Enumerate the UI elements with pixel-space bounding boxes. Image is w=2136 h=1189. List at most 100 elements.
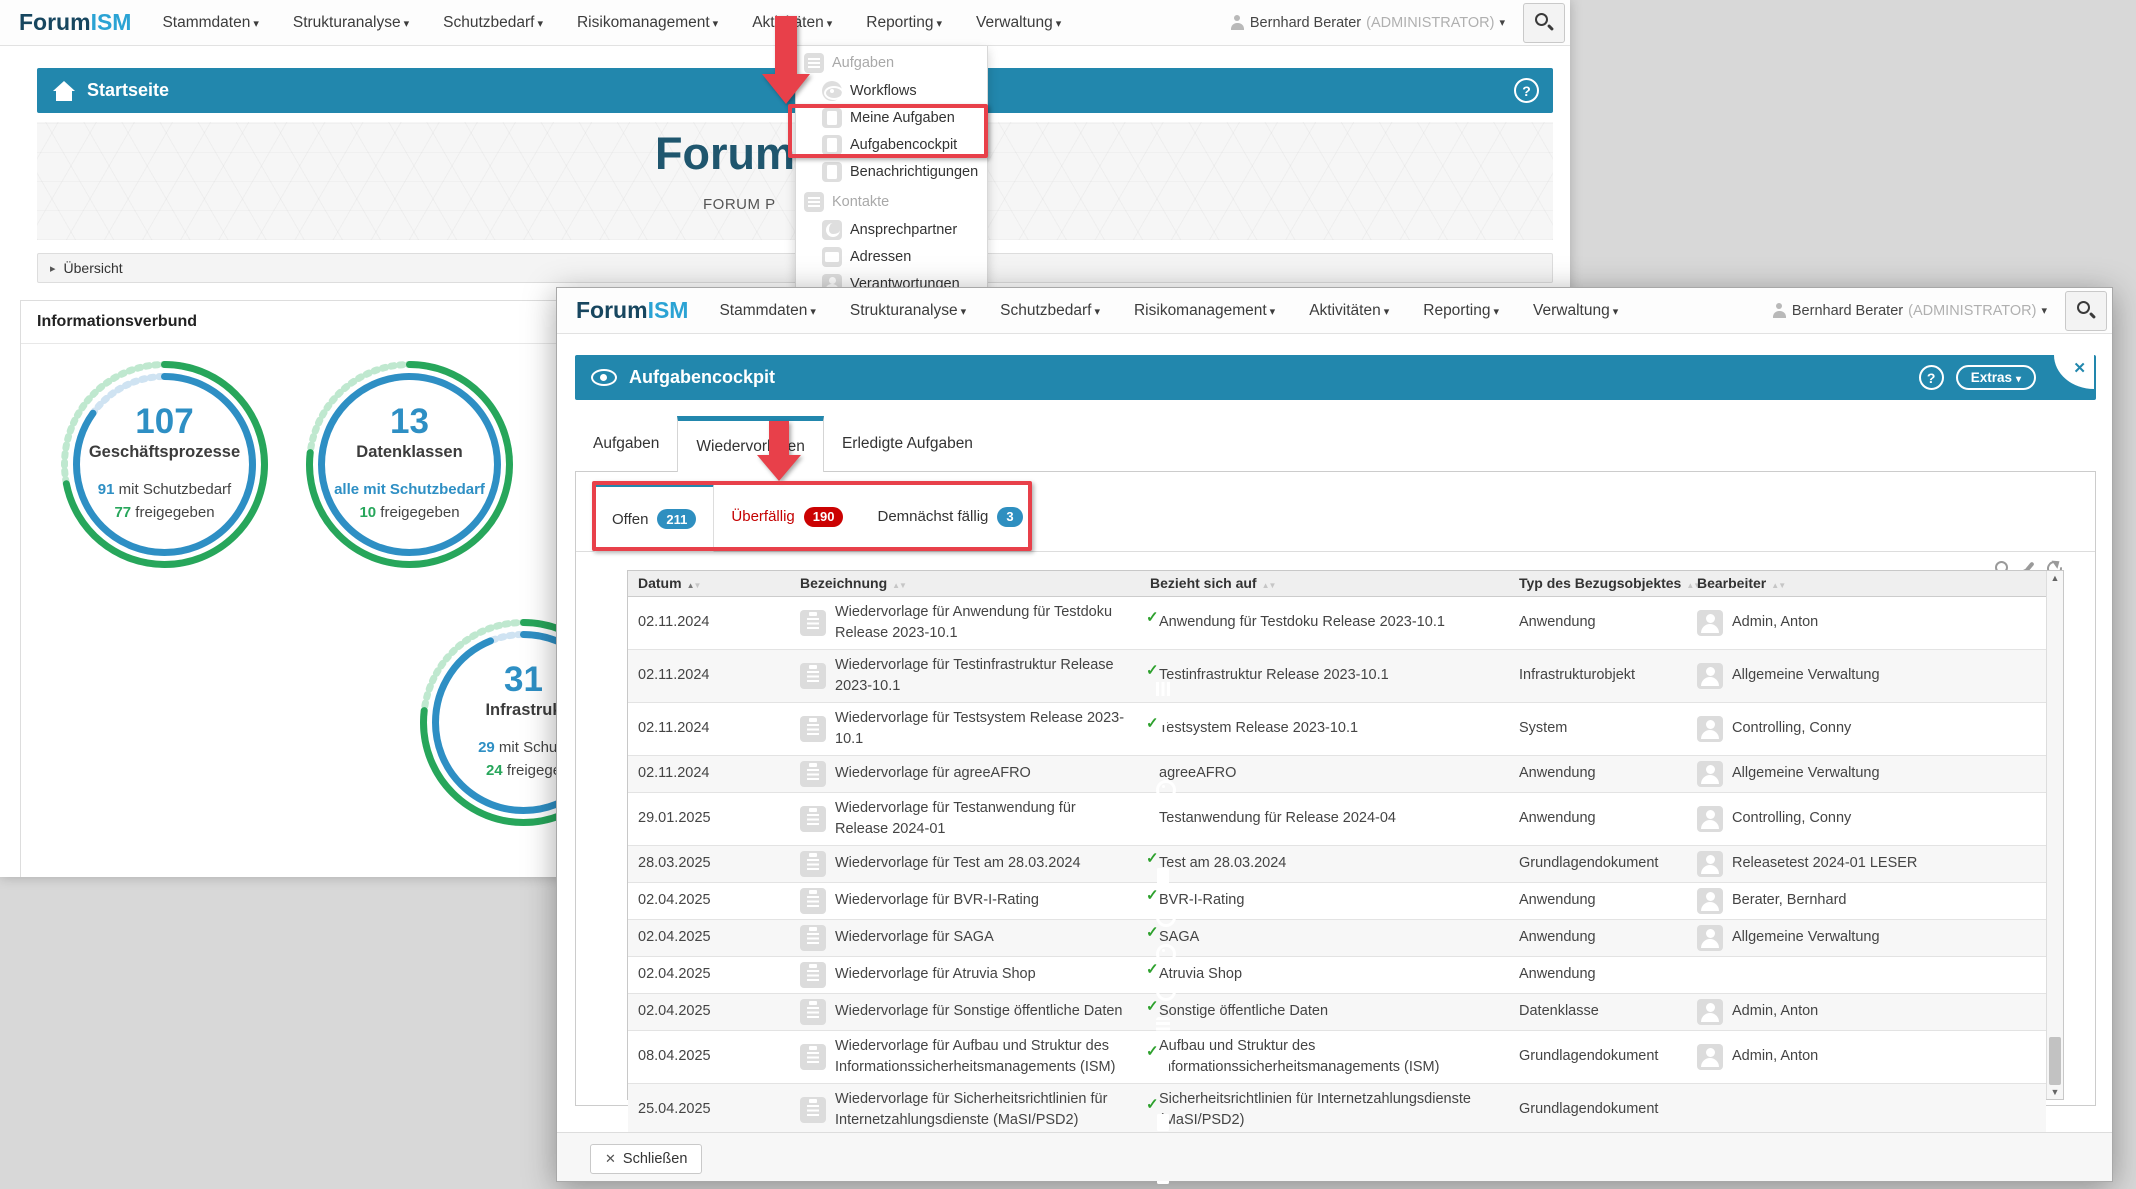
- cell-bezeichnung[interactable]: Wiedervorlage für Aufbau und Struktur de…: [790, 1030, 1140, 1083]
- table-row[interactable]: 25.04.2025Wiedervorlage für Sicherheitsr…: [628, 1083, 2046, 1136]
- table-row[interactable]: 02.04.2025Wiedervorlage für SAGA✓SAGAAnw…: [628, 919, 2046, 956]
- scroll-up-icon[interactable]: ▲: [2047, 573, 2063, 583]
- menu-item-adressen[interactable]: Adressen: [796, 243, 987, 270]
- eye-icon: [591, 369, 617, 386]
- nav-item-schutzbedarf[interactable]: Schutzbedarf▾: [983, 302, 1117, 320]
- cell-bezieht-sich-auf[interactable]: ✓Testsystem Release 2023-10.1: [1140, 702, 1509, 755]
- nav-item-aktivitäten[interactable]: Aktivitäten▾: [1292, 302, 1406, 320]
- extras-button[interactable]: Extras▾: [1956, 365, 2036, 390]
- tab-erledigte-aufgaben[interactable]: Erledigte Aufgaben: [824, 416, 991, 471]
- count-badge: 3: [997, 507, 1022, 527]
- task-icon: [800, 888, 826, 914]
- column-header-datum[interactable]: Datum▲▼: [628, 571, 790, 596]
- donut-sublines: alle mit Schutzbedarf10 freigegeben: [334, 478, 485, 525]
- table-row[interactable]: 02.04.2025Wiedervorlage für Atruvia Shop…: [628, 956, 2046, 993]
- cell-bezeichnung[interactable]: Wiedervorlage für Testsystem Release 202…: [790, 702, 1140, 755]
- nav-item-verwaltung[interactable]: Verwaltung▾: [1516, 302, 1635, 320]
- cell-datum: 02.11.2024: [628, 702, 790, 755]
- search-button[interactable]: [2065, 291, 2107, 331]
- task-icon: [800, 761, 826, 787]
- table-row[interactable]: 02.11.2024Wiedervorlage für Testsystem R…: [628, 702, 2046, 755]
- nav-item-aktivitäten[interactable]: Aktivitäten▾: [735, 14, 849, 32]
- column-header-bearbeiter[interactable]: Bearbeiter▲▼: [1687, 571, 2046, 596]
- avatar-icon: [1697, 761, 1723, 787]
- cell-bezieht-sich-auf[interactable]: ✓Sicherheitsrichtlinien für Internetzahl…: [1140, 1083, 1509, 1136]
- cell-bezeichnung[interactable]: Wiedervorlage für BVR-I-Rating: [790, 882, 1140, 919]
- cell-bezeichnung[interactable]: Wiedervorlage für Testinfrastruktur Rele…: [790, 649, 1140, 702]
- cell-bezeichnung[interactable]: Wiedervorlage für agreeAFRO: [790, 755, 1140, 792]
- nav-item-stammdaten[interactable]: Stammdaten▾: [145, 14, 275, 32]
- table-row[interactable]: 02.11.2024Wiedervorlage für Anwendung fü…: [628, 596, 2046, 649]
- menu-item-meine-aufgaben[interactable]: Meine Aufgaben: [796, 104, 987, 131]
- menu-item-aufgabencockpit[interactable]: Aufgabencockpit: [796, 131, 987, 158]
- schliessen-button[interactable]: ✕ Schließen: [590, 1144, 702, 1174]
- cell-bezeichnung[interactable]: Wiedervorlage für Sonstige öffentliche D…: [790, 993, 1140, 1030]
- avatar-icon: [1697, 663, 1723, 689]
- list-icon: [804, 53, 824, 73]
- tab-wiedervorlagen[interactable]: Wiedervorlagen: [677, 416, 824, 472]
- table-row[interactable]: 02.04.2025Wiedervorlage für Sonstige öff…: [628, 993, 2046, 1030]
- menu-item-workflows[interactable]: Workflows: [796, 77, 987, 104]
- table-row[interactable]: 28.03.2025Wiedervorlage für Test am 28.0…: [628, 845, 2046, 882]
- table-row[interactable]: 02.11.2024Wiedervorlage für agreeAFROagr…: [628, 755, 2046, 792]
- user-menu[interactable]: Bernhard Berater (ADMINISTRATOR) ▾: [1773, 303, 2047, 319]
- subtab-offen[interactable]: Offen211: [594, 482, 714, 552]
- nav-item-schutzbedarf[interactable]: Schutzbedarf▾: [426, 14, 560, 32]
- cell-bearbeiter: [1687, 956, 2046, 993]
- nav-item-strukturanalyse[interactable]: Strukturanalyse▾: [833, 302, 983, 320]
- chevron-down-icon: ▾: [404, 18, 410, 30]
- check-icon: ✓: [1146, 885, 1159, 907]
- app-logo[interactable]: ForumISM: [576, 297, 688, 324]
- nav-item-verwaltung[interactable]: Verwaltung▾: [959, 14, 1078, 32]
- subtab-demnächst-fällig[interactable]: Demnächst fällig3: [860, 482, 1039, 551]
- cell-bezieht-sich-auf[interactable]: ✓Sonstige öffentliche Daten: [1140, 993, 1509, 1030]
- app-logo[interactable]: ForumISM: [19, 9, 131, 36]
- cell-bezeichnung[interactable]: Wiedervorlage für Anwendung für Testdoku…: [790, 596, 1140, 649]
- help-button[interactable]: ?: [1514, 78, 1539, 103]
- count-badge: 211: [657, 509, 696, 529]
- user-menu[interactable]: Bernhard Berater (ADMINISTRATOR) ▾: [1231, 15, 1505, 31]
- cell-bezieht-sich-auf[interactable]: ✓Aufbau und Struktur des Informationssic…: [1140, 1030, 1509, 1083]
- banner-title: Forum: [655, 128, 795, 180]
- nav-item-risikomanagement[interactable]: Risikomanagement▾: [560, 14, 735, 32]
- avatar-icon: [1697, 999, 1723, 1025]
- menu-section-aufgaben: Aufgaben: [796, 49, 987, 77]
- tab-aufgaben[interactable]: Aufgaben: [575, 416, 677, 471]
- cell-bezeichnung[interactable]: Wiedervorlage für Sicherheitsrichtlinien…: [790, 1083, 1140, 1136]
- cell-bezeichnung[interactable]: Wiedervorlage für Testanwendung für Rele…: [790, 792, 1140, 845]
- column-header-bezeichnung[interactable]: Bezeichnung▲▼: [790, 571, 1140, 596]
- nav-item-reporting[interactable]: Reporting▾: [849, 14, 959, 32]
- cell-bezieht-sich-auf[interactable]: Testanwendung für Release 2024-04: [1140, 792, 1509, 845]
- column-header-typ-des-bezugsobjektes[interactable]: Typ des Bezugsobjektes▲▼: [1509, 571, 1687, 596]
- phone-icon: [822, 220, 842, 240]
- cell-bezieht-sich-auf[interactable]: ✓BVR-I-Rating: [1140, 882, 1509, 919]
- column-header-bezieht-sich-auf[interactable]: Bezieht sich auf▲▼: [1140, 571, 1509, 596]
- table-row[interactable]: 29.01.2025Wiedervorlage für Testanwendun…: [628, 792, 2046, 845]
- cell-bezieht-sich-auf[interactable]: ✓Test am 28.03.2024: [1140, 845, 1509, 882]
- cell-bezieht-sich-auf[interactable]: ✓Atruvia Shop: [1140, 956, 1509, 993]
- nav-item-reporting[interactable]: Reporting▾: [1406, 302, 1516, 320]
- scrollbar-thumb[interactable]: [2049, 1037, 2061, 1085]
- nav-item-stammdaten[interactable]: Stammdaten▾: [702, 302, 832, 320]
- cell-bezieht-sich-auf[interactable]: ✓Anwendung für Testdoku Release 2023-10.…: [1140, 596, 1509, 649]
- cell-bezeichnung[interactable]: Wiedervorlage für Atruvia Shop: [790, 956, 1140, 993]
- search-button[interactable]: [1523, 3, 1565, 43]
- table-row[interactable]: 02.04.2025Wiedervorlage für BVR-I-Rating…: [628, 882, 2046, 919]
- scroll-down-icon[interactable]: ▼: [2047, 1087, 2063, 1097]
- table-row[interactable]: 02.11.2024Wiedervorlage für Testinfrastr…: [628, 649, 2046, 702]
- cell-bezieht-sich-auf[interactable]: ✓Testinfrastruktur Release 2023-10.1: [1140, 649, 1509, 702]
- table-scrollbar[interactable]: ▲ ▼: [2046, 571, 2063, 1099]
- cell-bezieht-sich-auf[interactable]: agreeAFRO: [1140, 755, 1509, 792]
- cell-bezeichnung[interactable]: Wiedervorlage für Test am 28.03.2024: [790, 845, 1140, 882]
- menu-item-benachrichtigungen[interactable]: Benachrichtigungen: [796, 158, 987, 185]
- subtab-überfällig[interactable]: Überfällig190: [714, 482, 860, 551]
- menu-item-ansprechpartner[interactable]: Ansprechpartner: [796, 216, 987, 243]
- help-button[interactable]: ?: [1919, 365, 1944, 390]
- cell-bezeichnung[interactable]: Wiedervorlage für SAGA: [790, 919, 1140, 956]
- chevron-down-icon: ▾: [2016, 374, 2021, 385]
- table-row[interactable]: 08.04.2025Wiedervorlage für Aufbau und S…: [628, 1030, 2046, 1083]
- nav-item-strukturanalyse[interactable]: Strukturanalyse▾: [276, 14, 426, 32]
- nav-item-risikomanagement[interactable]: Risikomanagement▾: [1117, 302, 1292, 320]
- cell-bezieht-sich-auf[interactable]: ✓SAGA: [1140, 919, 1509, 956]
- sort-icon: ▲▼: [892, 581, 906, 590]
